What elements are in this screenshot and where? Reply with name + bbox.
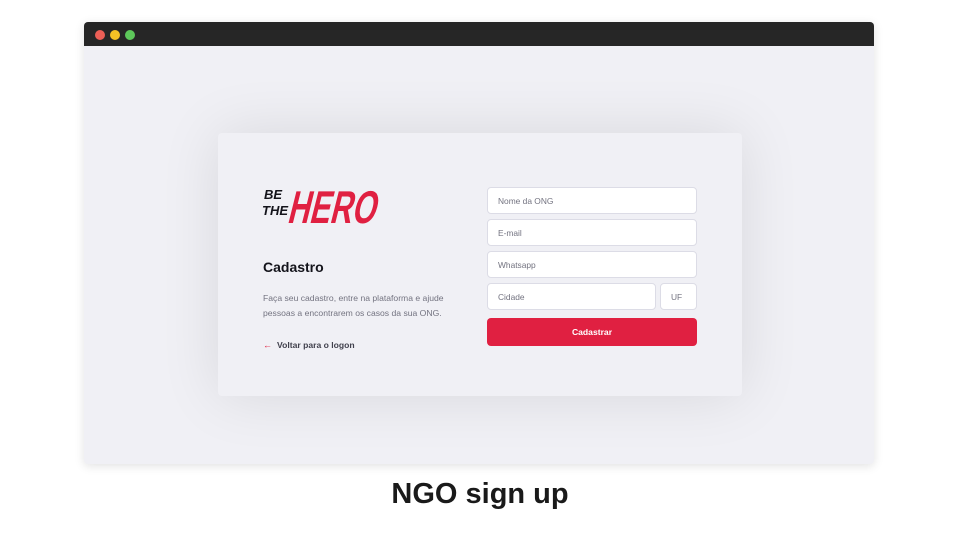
- be-the-hero-logo: BE THE HERO: [262, 177, 382, 229]
- logo-hero-text: HERO: [284, 182, 382, 229]
- city-uf-row: [487, 283, 697, 310]
- arrow-left-icon: ←: [263, 339, 272, 350]
- minimize-window-button[interactable]: [110, 30, 120, 40]
- back-link-label: Voltar para o logon: [277, 340, 355, 350]
- register-card: BE THE HERO Cadastro Faça seu cadastro, …: [218, 133, 742, 396]
- page-description: Faça seu cadastro, entre na plataforma e…: [263, 293, 444, 318]
- maximize-window-button[interactable]: [125, 30, 135, 40]
- register-form: Cadastrar: [487, 187, 697, 346]
- city-input[interactable]: [487, 283, 656, 310]
- logo-the-text: THE: [262, 203, 288, 218]
- uf-input[interactable]: [660, 283, 697, 310]
- window-titlebar: [84, 22, 874, 46]
- logo-be-text: BE: [264, 187, 282, 202]
- close-window-button[interactable]: [95, 30, 105, 40]
- ong-name-input[interactable]: [487, 187, 697, 214]
- page-title: Cadastro: [263, 259, 324, 275]
- register-submit-button[interactable]: Cadastrar: [487, 318, 697, 346]
- browser-window: BE THE HERO Cadastro Faça seu cadastro, …: [84, 22, 874, 464]
- email-input[interactable]: [487, 219, 697, 246]
- back-to-logon-link[interactable]: ← Voltar para o logon: [263, 340, 355, 350]
- whatsapp-input[interactable]: [487, 251, 697, 278]
- page-caption: NGO sign up: [391, 478, 569, 510]
